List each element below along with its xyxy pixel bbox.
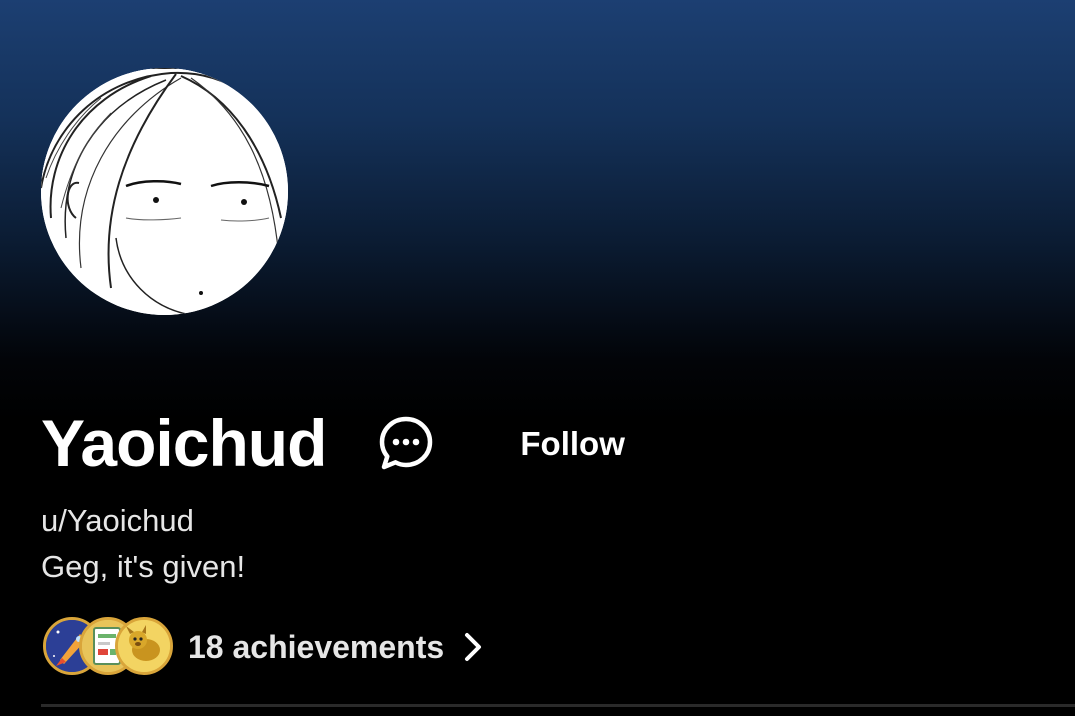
dog-badge-icon [115, 617, 173, 675]
achievements-label: 18 achievements [188, 629, 445, 665]
profile-name-row: Yaoichud Follow [41, 400, 625, 486]
profile-display-name: Yaoichud [41, 406, 327, 480]
chat-button[interactable] [378, 415, 434, 471]
profile-bio: Geg, it's given! [41, 549, 246, 584]
follow-button[interactable]: Follow [520, 427, 624, 460]
profile-page: Yaoichud Follow u/Yaoichud Geg, it's giv… [0, 0, 1075, 716]
chat-bubble-icon [380, 416, 433, 470]
avatar-manga-face-icon [41, 68, 288, 315]
chevron-right-icon [462, 630, 488, 664]
section-divider [41, 704, 1075, 707]
achievement-badges [41, 615, 175, 679]
profile-avatar[interactable] [41, 68, 288, 315]
achievements-link[interactable]: 18 achievements [41, 615, 488, 679]
profile-username: u/Yaoichud [41, 503, 194, 538]
